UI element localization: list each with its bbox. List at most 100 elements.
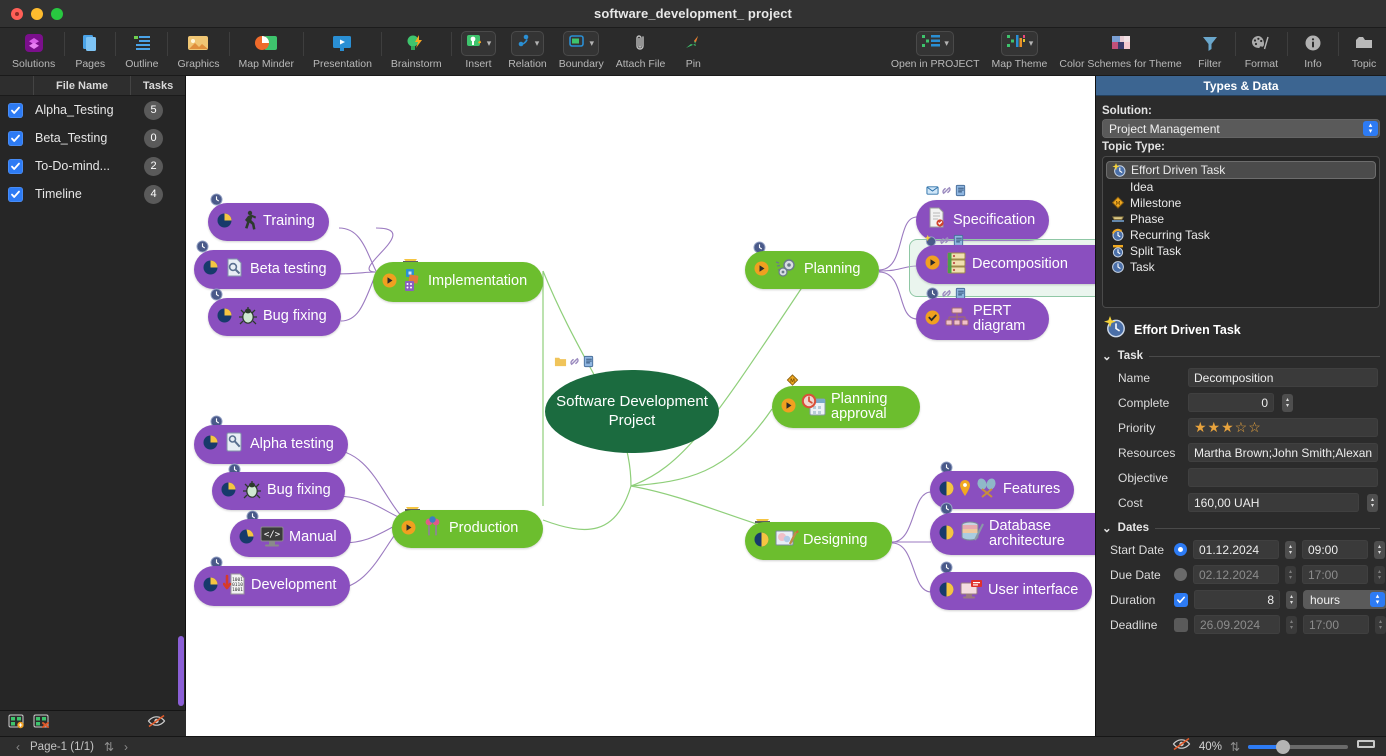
chevron-down-icon[interactable]: ▾ bbox=[944, 38, 949, 48]
file-checkbox[interactable] bbox=[8, 158, 23, 174]
add-map-icon[interactable] bbox=[8, 714, 25, 734]
toolbar-map-minder[interactable]: Map Minder bbox=[233, 28, 300, 70]
start-date-radio[interactable] bbox=[1174, 543, 1187, 556]
topic-type-recurring-task[interactable]: Recurring Task bbox=[1106, 227, 1376, 243]
topic-type-task[interactable]: Task bbox=[1106, 259, 1376, 275]
start-time-stepper[interactable]: ▴ ▾ bbox=[1374, 540, 1385, 559]
mindmap-canvas[interactable]: Software Development Project Training Be… bbox=[186, 76, 1095, 736]
duration-checkbox[interactable] bbox=[1174, 592, 1188, 607]
deadline-input[interactable]: 26.09.2024 bbox=[1194, 615, 1280, 634]
node-development[interactable]: 1001 0110 1001 Development bbox=[194, 566, 351, 606]
node-bug-fixing-production[interactable]: Bug fixing bbox=[212, 472, 345, 510]
deadline-stepper[interactable]: ▴ ▾ bbox=[1286, 615, 1297, 634]
duration-input[interactable]: 8 bbox=[1194, 590, 1280, 609]
chevron-left-icon[interactable]: ‹ bbox=[16, 740, 20, 754]
resources-input[interactable]: Martha Brown;John Smith;Alexan bbox=[1188, 443, 1378, 462]
toolbar-filter[interactable]: Filter bbox=[1188, 28, 1232, 70]
toolbar-graphics[interactable]: Graphics bbox=[171, 28, 225, 70]
node-alpha-testing[interactable]: Alpha testing bbox=[194, 425, 348, 464]
deadline-checkbox[interactable] bbox=[1174, 617, 1188, 632]
chevron-down-icon[interactable]: ▾ bbox=[589, 38, 594, 48]
solution-select[interactable]: Project Management ▴ ▾ bbox=[1102, 119, 1380, 138]
boundary-group[interactable]: ▾ bbox=[563, 30, 599, 56]
page-stepper-icon[interactable]: ⇅ bbox=[104, 740, 114, 754]
open-in-project-group[interactable]: ▾ bbox=[916, 30, 954, 56]
insert-group[interactable]: ▾ bbox=[460, 30, 497, 56]
objective-input[interactable] bbox=[1188, 468, 1378, 487]
complete-stepper[interactable]: ▴ ▾ bbox=[1282, 393, 1293, 412]
toolbar-info[interactable]: Info bbox=[1291, 28, 1335, 70]
start-date-stepper[interactable]: ▴ ▾ bbox=[1285, 540, 1296, 559]
note-icon[interactable] bbox=[954, 184, 967, 197]
node-user-interface[interactable]: User interface bbox=[930, 572, 1093, 610]
file-checkbox[interactable] bbox=[8, 130, 23, 146]
toolbar-open-in-project[interactable]: ▾ Open in PROJECT bbox=[885, 28, 986, 70]
hyperlink-icon[interactable] bbox=[940, 184, 953, 197]
node-manual[interactable]: </> Manual bbox=[230, 519, 351, 557]
due-date-input[interactable]: 02.12.2024 bbox=[1193, 565, 1279, 584]
toolbar-color-schemes[interactable]: Color Schemes for Theme bbox=[1053, 28, 1187, 70]
due-time-stepper[interactable]: ▴ ▾ bbox=[1374, 565, 1385, 584]
hide-icon[interactable] bbox=[147, 714, 166, 733]
topic-type-idea[interactable]: Idea bbox=[1106, 179, 1376, 195]
toolbar-brainstorm[interactable]: Brainstorm bbox=[385, 28, 448, 70]
node-planning[interactable]: Planning bbox=[745, 251, 879, 289]
mail-icon[interactable] bbox=[926, 184, 939, 197]
central-topic[interactable]: Software Development Project bbox=[545, 370, 719, 453]
node-decomposition[interactable]: Decomposition bbox=[916, 245, 1095, 284]
hide-icon[interactable] bbox=[1172, 737, 1191, 756]
chevron-down-icon[interactable]: ⌄ bbox=[1102, 521, 1112, 535]
toolbar-pin[interactable]: Pin bbox=[671, 28, 715, 70]
file-checkbox[interactable] bbox=[8, 186, 23, 202]
dates-section-header[interactable]: ⌄ Dates bbox=[1096, 519, 1386, 537]
due-date-stepper[interactable]: ▴ ▾ bbox=[1285, 565, 1296, 584]
complete-input[interactable]: 0 bbox=[1188, 393, 1274, 412]
chevron-down-icon[interactable]: ▾ bbox=[487, 38, 492, 48]
due-date-radio[interactable] bbox=[1174, 568, 1187, 581]
toolbar-solutions[interactable]: Solutions bbox=[6, 28, 61, 70]
task-section-header[interactable]: ⌄ Task bbox=[1096, 347, 1386, 365]
node-pert-diagram[interactable]: PERT diagram bbox=[916, 298, 1049, 341]
chevron-down-icon[interactable]: ▾ bbox=[1029, 38, 1034, 48]
toolbar-boundary[interactable]: ▾ Boundary bbox=[553, 28, 610, 70]
chevron-updown-icon[interactable]: ▴ ▾ bbox=[1370, 592, 1385, 607]
toolbar-relation[interactable]: ▾ Relation bbox=[502, 28, 553, 70]
chevron-updown-icon[interactable]: ▴ ▾ bbox=[1363, 121, 1378, 136]
cost-stepper[interactable]: ▴ ▾ bbox=[1367, 493, 1378, 512]
topic-type-phase[interactable]: Phase bbox=[1106, 211, 1376, 227]
topic-type-list[interactable]: Effort Driven Task Idea M Milestone Phas… bbox=[1102, 156, 1380, 308]
fit-page-icon[interactable] bbox=[1356, 737, 1376, 756]
node-database-architecture[interactable]: Database architecture bbox=[930, 513, 1095, 556]
toolbar-topic[interactable]: Topic bbox=[1342, 28, 1386, 70]
file-row-timeline[interactable]: Timeline 4 bbox=[0, 180, 185, 208]
node-bug-fixing-implementation[interactable]: Bug fixing bbox=[208, 298, 341, 336]
zoom-stepper-icon[interactable]: ⇅ bbox=[1230, 740, 1240, 754]
start-date-input[interactable]: 01.12.2024 bbox=[1193, 540, 1279, 559]
hyperlink-icon[interactable] bbox=[568, 355, 581, 368]
folder-icon[interactable] bbox=[554, 355, 567, 368]
toolbar-pages[interactable]: Pages bbox=[68, 28, 112, 70]
chevron-right-icon[interactable]: › bbox=[124, 740, 128, 754]
topic-type-milestone[interactable]: M Milestone bbox=[1106, 195, 1376, 211]
due-time-input[interactable]: 17:00 bbox=[1302, 565, 1368, 584]
relation-group[interactable]: ▾ bbox=[510, 30, 545, 56]
cost-input[interactable]: 160,00 UAH bbox=[1188, 493, 1359, 512]
map-theme-group[interactable]: ▾ bbox=[1000, 30, 1039, 56]
node-implementation[interactable]: Implementation bbox=[373, 262, 543, 302]
start-time-input[interactable]: 09:00 bbox=[1302, 540, 1368, 559]
deadline-time-stepper[interactable]: ▴ ▾ bbox=[1375, 615, 1386, 634]
toolbar-outline[interactable]: Outline bbox=[119, 28, 164, 70]
name-input[interactable]: Decomposition bbox=[1188, 368, 1378, 387]
duration-stepper[interactable]: ▴ ▾ bbox=[1286, 590, 1297, 609]
file-checkbox[interactable] bbox=[8, 102, 23, 118]
file-row-beta-testing[interactable]: Beta_Testing 0 bbox=[0, 124, 185, 152]
node-training[interactable]: Training bbox=[208, 203, 329, 241]
priority-stars[interactable]: ★★★☆☆ bbox=[1188, 418, 1378, 437]
node-designing[interactable]: Designing bbox=[745, 522, 892, 560]
topic-type-split-task[interactable]: Split Task bbox=[1106, 243, 1376, 259]
header-tasks[interactable]: Tasks bbox=[131, 76, 185, 95]
zoom-slider[interactable] bbox=[1248, 739, 1348, 754]
file-list-scrollbar[interactable] bbox=[178, 636, 184, 706]
toolbar-presentation[interactable]: Presentation bbox=[307, 28, 378, 70]
deadline-time-input[interactable]: 17:00 bbox=[1303, 615, 1369, 634]
